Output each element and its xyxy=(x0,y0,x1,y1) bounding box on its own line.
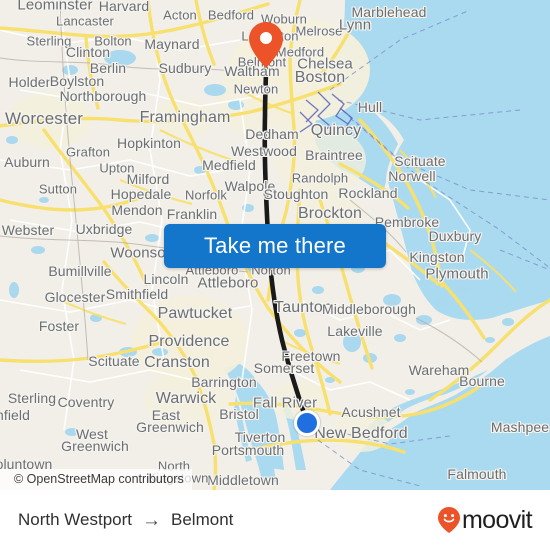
moovit-pin-icon xyxy=(437,507,460,533)
moovit-trip-screen: Leominster Harvard Acton Bedford Woburn Melro… xyxy=(0,0,550,550)
arrow-right-icon: → xyxy=(142,509,162,531)
moovit-wordmark: moovit xyxy=(461,505,533,534)
origin-map-marker[interactable] xyxy=(294,410,320,436)
route-origin-label: North Westport xyxy=(18,510,133,529)
footer-bar: North Westport → Belmont moovit xyxy=(0,490,550,550)
map-viewport[interactable]: Leominster Harvard Acton Bedford Woburn Melro… xyxy=(0,0,550,490)
route-destination-label: Belmont xyxy=(171,510,234,529)
route-summary: North Westport → Belmont xyxy=(18,510,233,530)
take-me-there-button[interactable]: Take me there xyxy=(164,224,386,268)
osm-attribution[interactable]: © OpenStreetMap contributors xyxy=(0,469,192,490)
moovit-logo[interactable]: moovit xyxy=(437,505,533,535)
